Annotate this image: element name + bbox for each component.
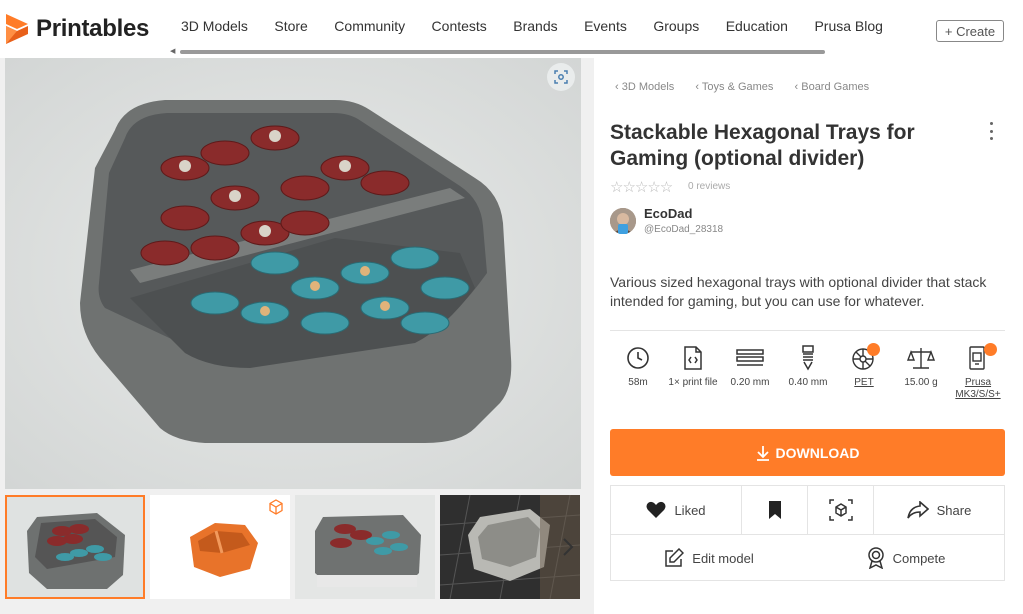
- breadcrumb-item[interactable]: ‹ Toys & Games: [695, 81, 773, 93]
- main-image[interactable]: [5, 58, 581, 489]
- action-buttons: Liked Share Edit model Compete: [610, 485, 1005, 581]
- param-label[interactable]: Prusa MK3/S/S+: [950, 377, 1006, 401]
- scroll-left-icon[interactable]: ◀: [170, 48, 175, 55]
- bookmark-icon: [768, 501, 781, 519]
- download-label: DOWNLOAD: [775, 444, 860, 461]
- download-button[interactable]: DOWNLOAD: [610, 429, 1005, 476]
- heart-icon: [646, 501, 666, 518]
- param-material[interactable]: PET: [836, 343, 892, 389]
- divider: [610, 330, 1005, 331]
- layer-height-icon: [736, 349, 764, 366]
- tray-photo: [5, 58, 581, 489]
- compete-label: Compete: [892, 550, 946, 566]
- param-label: 0.40 mm: [788, 377, 828, 388]
- param-label: 15.00 g: [904, 377, 938, 388]
- author-handle: @EcoDad_28318: [644, 224, 724, 235]
- cart-badge-icon[interactable]: [984, 343, 997, 356]
- share-icon: [906, 501, 929, 519]
- bookmark-button[interactable]: [742, 486, 807, 534]
- param-printer[interactable]: Prusa MK3/S/S+: [950, 343, 1006, 401]
- scale-icon: [907, 348, 935, 369]
- compete-button[interactable]: Compete: [808, 535, 1004, 581]
- print-file-icon: [684, 346, 702, 370]
- nav-3d-models[interactable]: 3D Models: [181, 18, 248, 34]
- chevron-right-icon: [563, 538, 574, 556]
- nav-events[interactable]: Events: [584, 18, 627, 34]
- param-label: 1× print file: [668, 377, 718, 388]
- param-layer-height: 0.20 mm: [722, 343, 778, 389]
- more-options-icon[interactable]: [986, 122, 996, 140]
- download-icon: [756, 445, 769, 461]
- like-label: Liked: [674, 502, 706, 518]
- fullscreen-button[interactable]: [547, 63, 575, 91]
- param-print-files: 1× print file: [665, 343, 721, 389]
- print-parameters: 58m 1× print file 0.20 mm 0.40 mm PET 15…: [610, 343, 1005, 408]
- breadcrumb: ‹ 3D Models ‹ Toys & Games ‹ Board Games: [615, 81, 887, 93]
- edit-icon: [665, 548, 685, 567]
- main-nav: 3D Models Store Community Contests Brand…: [170, 18, 922, 40]
- thumbnail-image: [27, 513, 125, 589]
- printables-logo-icon: [6, 14, 28, 44]
- breadcrumb-item[interactable]: ‹ 3D Models: [615, 81, 674, 93]
- thumbnail-next-button[interactable]: [550, 495, 581, 599]
- clock-icon: [627, 347, 649, 369]
- rating-stars[interactable]: ☆☆☆☆☆: [610, 178, 673, 196]
- param-label: 0.20 mm: [730, 377, 770, 388]
- model-details-panel: ‹ 3D Models ‹ Toys & Games ‹ Board Games…: [594, 58, 1023, 614]
- nozzle-icon: [802, 345, 814, 371]
- top-bar: Printables 3D Models Store Community Con…: [0, 0, 1023, 58]
- nav-store[interactable]: Store: [274, 18, 307, 34]
- like-button[interactable]: Liked: [611, 486, 741, 534]
- nav-brands[interactable]: Brands: [513, 18, 557, 34]
- nav-contests[interactable]: Contests: [432, 18, 487, 34]
- edit-model-button[interactable]: Edit model: [611, 535, 807, 581]
- nav-community[interactable]: Community: [334, 18, 405, 34]
- medal-icon: [867, 547, 884, 569]
- nav-groups[interactable]: Groups: [653, 18, 699, 34]
- fullscreen-icon: [554, 70, 568, 84]
- param-print-time: 58m: [610, 343, 666, 389]
- author-name[interactable]: EcoDad: [644, 206, 692, 221]
- param-label: 58m: [628, 377, 648, 388]
- nav-scrollbar[interactable]: ◀: [170, 48, 930, 55]
- nav-prusa-blog[interactable]: Prusa Blog: [814, 18, 882, 34]
- 3d-scan-icon: [828, 499, 853, 521]
- thumbnail-image: [315, 515, 421, 587]
- cart-badge-icon[interactable]: [867, 343, 880, 356]
- nav-education[interactable]: Education: [726, 18, 788, 34]
- param-nozzle: 0.40 mm: [780, 343, 836, 389]
- model-description: Various sized hexagonal trays with optio…: [610, 274, 987, 309]
- param-weight: 15.00 g: [893, 343, 949, 389]
- ar-view-button[interactable]: [808, 486, 873, 534]
- model-title: Stackable Hexagonal Trays for Gaming (op…: [610, 121, 915, 170]
- edit-label: Edit model: [692, 550, 754, 566]
- share-label: Share: [936, 502, 972, 518]
- thumbnail-3[interactable]: [295, 495, 435, 599]
- logo-text: Printables: [36, 15, 150, 42]
- share-button[interactable]: Share: [874, 486, 1004, 534]
- breadcrumb-item[interactable]: ‹ Board Games: [795, 81, 870, 93]
- 3d-view-icon[interactable]: [268, 499, 284, 515]
- create-button[interactable]: + Create: [936, 20, 1004, 42]
- thumbnail-strip: [5, 495, 581, 599]
- logo[interactable]: Printables: [6, 14, 149, 44]
- verified-badge-icon: [618, 224, 628, 234]
- nav-scrollbar-thumb[interactable]: [180, 50, 825, 54]
- thumbnail-1[interactable]: [5, 495, 145, 599]
- thumbnail-2[interactable]: [150, 495, 290, 599]
- reviews-count[interactable]: 0 reviews: [688, 181, 730, 192]
- param-label[interactable]: PET: [836, 377, 892, 389]
